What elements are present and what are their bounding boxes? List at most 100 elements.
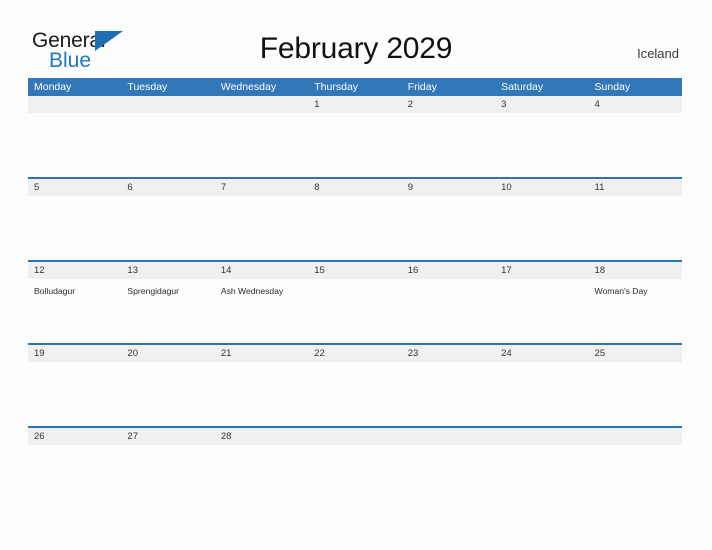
day-cell[interactable]	[402, 113, 495, 177]
day-cell[interactable]: Bolludagur	[28, 279, 121, 343]
day-cell[interactable]	[308, 113, 401, 177]
day-number[interactable]	[589, 428, 682, 445]
week-daynumber-strip: 5 6 7 8 9 10 11	[28, 179, 682, 196]
week-daynumber-strip: 1 2 3 4	[28, 96, 682, 113]
day-number[interactable]: 26	[28, 428, 121, 445]
day-number[interactable]: 25	[589, 345, 682, 362]
day-number[interactable]: 17	[495, 262, 588, 279]
day-cell[interactable]	[215, 196, 308, 260]
day-event-label: Ash Wednesday	[220, 286, 284, 296]
day-number[interactable]: 22	[308, 345, 401, 362]
week-daynumber-strip: 12 13 14 15 16 17 18	[28, 262, 682, 279]
day-cell[interactable]	[308, 445, 401, 509]
day-cell[interactable]	[495, 445, 588, 509]
day-number[interactable]: 14	[215, 262, 308, 279]
day-cell[interactable]	[121, 196, 214, 260]
day-cell[interactable]	[308, 362, 401, 426]
day-number[interactable]: 20	[121, 345, 214, 362]
day-number[interactable]: 2	[402, 96, 495, 113]
day-number[interactable]: 11	[589, 179, 682, 196]
day-cell[interactable]	[28, 362, 121, 426]
day-cell[interactable]	[121, 113, 214, 177]
day-cell[interactable]	[28, 196, 121, 260]
day-cell[interactable]	[589, 362, 682, 426]
weekday-header-wednesday: Wednesday	[220, 81, 277, 93]
day-cell[interactable]	[402, 445, 495, 509]
day-cell[interactable]	[589, 113, 682, 177]
day-event-label: Sprengidagur	[127, 286, 180, 296]
day-cell[interactable]: Ash Wednesday	[215, 279, 308, 343]
day-number[interactable]: 7	[215, 179, 308, 196]
day-number[interactable]	[121, 96, 214, 113]
week-event-strip	[28, 445, 682, 509]
day-number[interactable]: 12	[28, 262, 121, 279]
week-event-strip	[28, 113, 682, 177]
day-number[interactable]	[215, 96, 308, 113]
day-cell[interactable]	[402, 196, 495, 260]
day-number[interactable]: 27	[121, 428, 214, 445]
day-cell[interactable]	[589, 196, 682, 260]
day-number[interactable]: 18	[589, 262, 682, 279]
day-number[interactable]: 5	[28, 179, 121, 196]
day-cell[interactable]	[308, 279, 401, 343]
day-cell[interactable]	[215, 113, 308, 177]
day-cell[interactable]	[28, 113, 121, 177]
day-cell[interactable]	[402, 362, 495, 426]
day-number[interactable]: 16	[402, 262, 495, 279]
day-cell[interactable]	[495, 196, 588, 260]
day-number[interactable]: 23	[402, 345, 495, 362]
day-event-label: Woman's Day	[594, 286, 648, 296]
calendar-week-row: 26 27 28	[28, 426, 682, 509]
day-cell[interactable]: Sprengidagur	[121, 279, 214, 343]
weekday-header-sunday: Sunday	[594, 81, 631, 93]
day-number[interactable]	[28, 96, 121, 113]
day-number[interactable]: 13	[121, 262, 214, 279]
day-number[interactable]: 28	[215, 428, 308, 445]
calendar-week-row: 5 6 7 8 9 10 11	[28, 177, 682, 260]
week-event-strip: Bolludagur Sprengidagur Ash Wednesday Wo…	[28, 279, 682, 343]
day-number[interactable]: 15	[308, 262, 401, 279]
day-number[interactable]: 1	[308, 96, 401, 113]
weekday-header-tuesday: Tuesday	[127, 81, 168, 93]
day-cell[interactable]	[121, 445, 214, 509]
week-daynumber-strip: 19 20 21 22 23 24 25	[28, 345, 682, 362]
day-cell[interactable]	[28, 445, 121, 509]
day-cell[interactable]	[308, 196, 401, 260]
calendar-week-row: 1 2 3 4	[28, 96, 682, 177]
day-number[interactable]: 19	[28, 345, 121, 362]
day-number[interactable]: 24	[495, 345, 588, 362]
day-cell[interactable]	[121, 362, 214, 426]
page-header: General Blue February 2029 Iceland	[0, 0, 712, 76]
weekday-header-thursday: Thursday	[314, 81, 359, 93]
calendar-grid: Monday Tuesday Wednesday Thursday Friday…	[28, 78, 682, 509]
day-cell[interactable]	[402, 279, 495, 343]
day-cell[interactable]	[495, 362, 588, 426]
day-cell[interactable]	[495, 113, 588, 177]
day-number[interactable]: 6	[121, 179, 214, 196]
calendar-week-row: 19 20 21 22 23 24 25	[28, 343, 682, 426]
day-cell[interactable]	[215, 362, 308, 426]
day-event-label: Bolludagur	[34, 286, 76, 296]
weekday-header-friday: Friday	[407, 81, 437, 93]
day-number[interactable]	[402, 428, 495, 445]
weekday-header-saturday: Saturday	[501, 81, 544, 93]
day-number[interactable]: 21	[215, 345, 308, 362]
day-number[interactable]	[495, 428, 588, 445]
day-number[interactable]: 9	[402, 179, 495, 196]
weekday-header-monday: Monday	[34, 81, 72, 93]
page-title: February 2029	[259, 32, 453, 65]
day-cell[interactable]	[215, 445, 308, 509]
day-cell[interactable]	[589, 445, 682, 509]
calendar-page: General Blue February 2029 Iceland Monda…	[0, 0, 712, 550]
day-cell[interactable]	[495, 279, 588, 343]
day-cell[interactable]: Woman's Day	[589, 279, 682, 343]
day-number[interactable]: 3	[495, 96, 588, 113]
day-number[interactable]: 10	[495, 179, 588, 196]
weekday-header-row: Monday Tuesday Wednesday Thursday Friday…	[28, 78, 682, 96]
day-number[interactable]: 8	[308, 179, 401, 196]
day-number[interactable]: 4	[589, 96, 682, 113]
week-event-strip	[28, 196, 682, 260]
calendar-week-row: 12 13 14 15 16 17 18 Bolludagur Sprengid…	[28, 260, 682, 343]
day-number[interactable]	[308, 428, 401, 445]
week-daynumber-strip: 26 27 28	[28, 428, 682, 445]
